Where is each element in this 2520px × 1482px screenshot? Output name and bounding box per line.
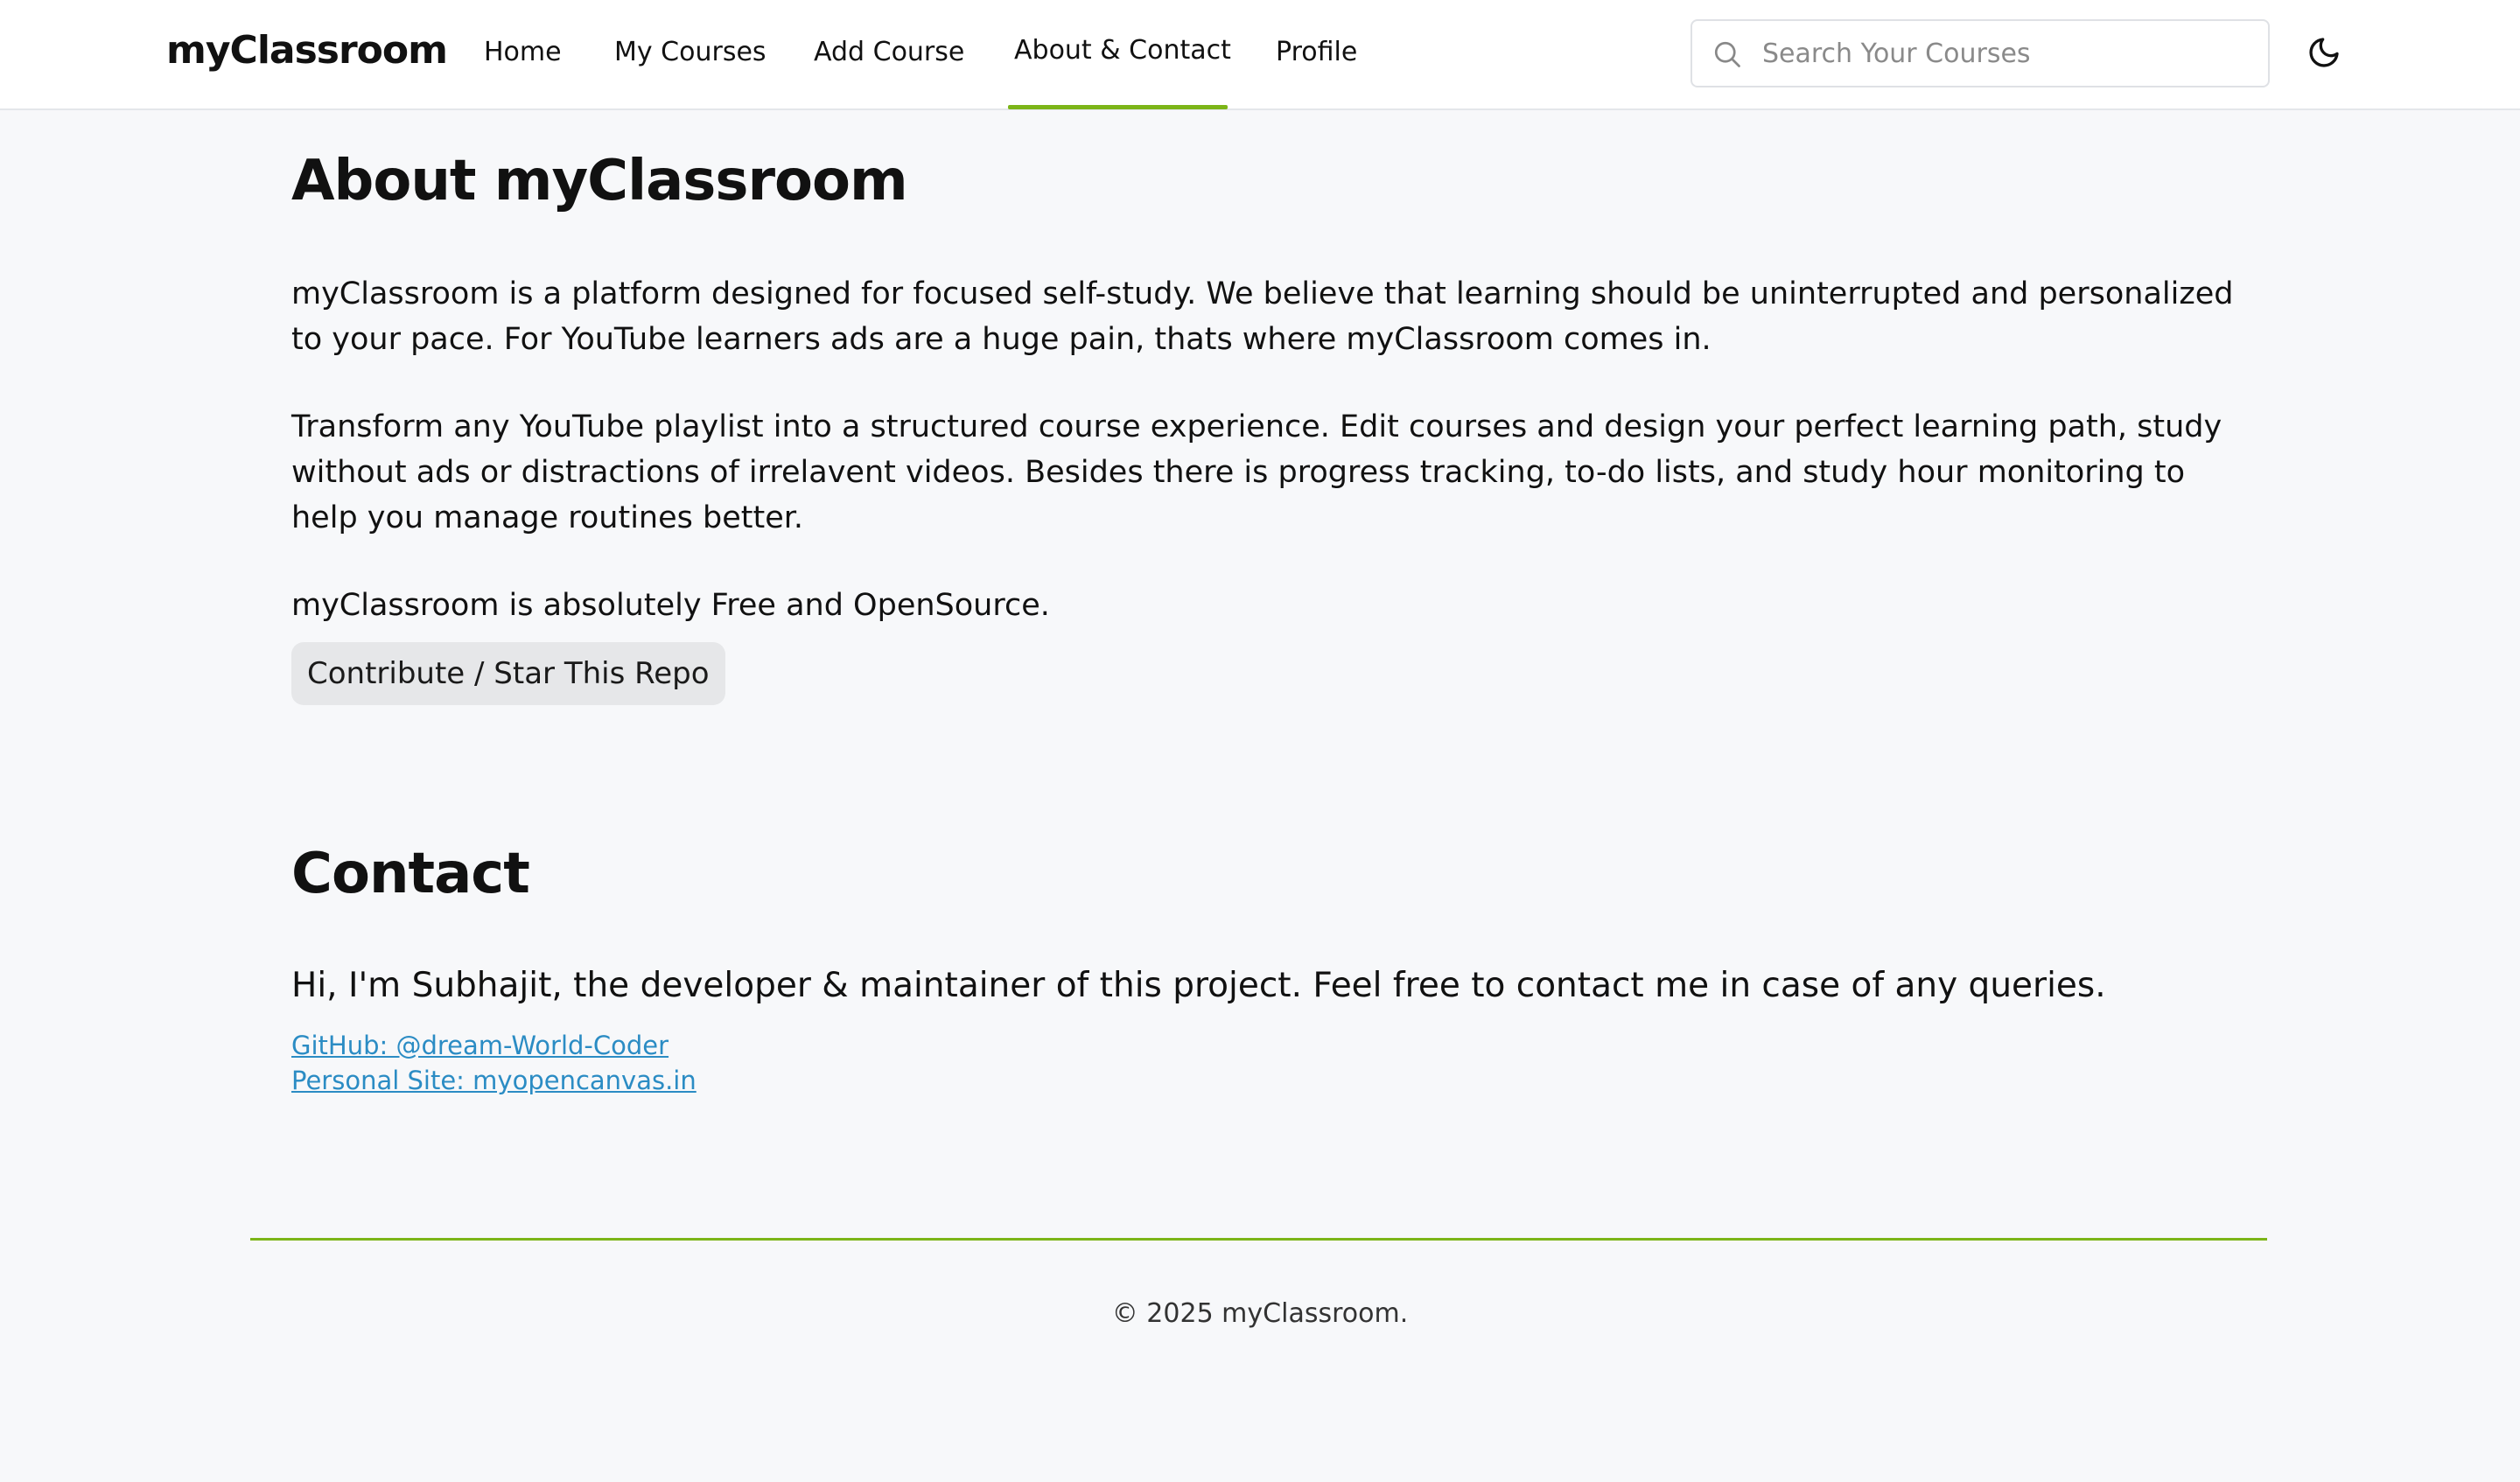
nav-link-profile[interactable]: Profile [1276, 37, 1357, 67]
contribute-button[interactable]: Contribute / Star This Repo [291, 642, 725, 705]
nav-link-home[interactable]: Home [484, 37, 562, 67]
about-paragraph-3: myClassroom is absolutely Free and OpenS… [291, 588, 1050, 623]
about-title: About myClassroom [291, 149, 908, 213]
nav-link-my-courses[interactable]: My Courses [614, 37, 766, 67]
footer-divider [250, 1238, 2267, 1241]
brand-logo[interactable]: myClassroom [166, 28, 448, 73]
search-input[interactable] [1762, 30, 2252, 77]
about-paragraph-1: myClassroom is a platform designed for f… [291, 276, 2234, 357]
contact-intro: Hi, I'm Subhajit, the developer & mainta… [291, 966, 2106, 1005]
top-navbar: myClassroom Home My Courses Add Course A… [0, 0, 2520, 110]
moon-icon[interactable] [2306, 35, 2342, 70]
about-paragraph-2: Transform any YouTube playlist into a st… [291, 409, 2222, 535]
copyright-text: © 2025 myClassroom. [1111, 1298, 1409, 1329]
search-icon [1714, 41, 1740, 67]
contact-title: Contact [291, 842, 530, 906]
personal-site-link[interactable]: Personal Site: myopencanvas.in [291, 1066, 696, 1095]
active-tab-indicator [1008, 105, 1228, 109]
nav-link-add-course[interactable]: Add Course [814, 37, 964, 67]
search-box [1690, 19, 2270, 87]
github-link[interactable]: GitHub: @dream-World-Coder [291, 1031, 668, 1060]
nav-link-about-contact[interactable]: About & Contact [1014, 35, 1231, 66]
